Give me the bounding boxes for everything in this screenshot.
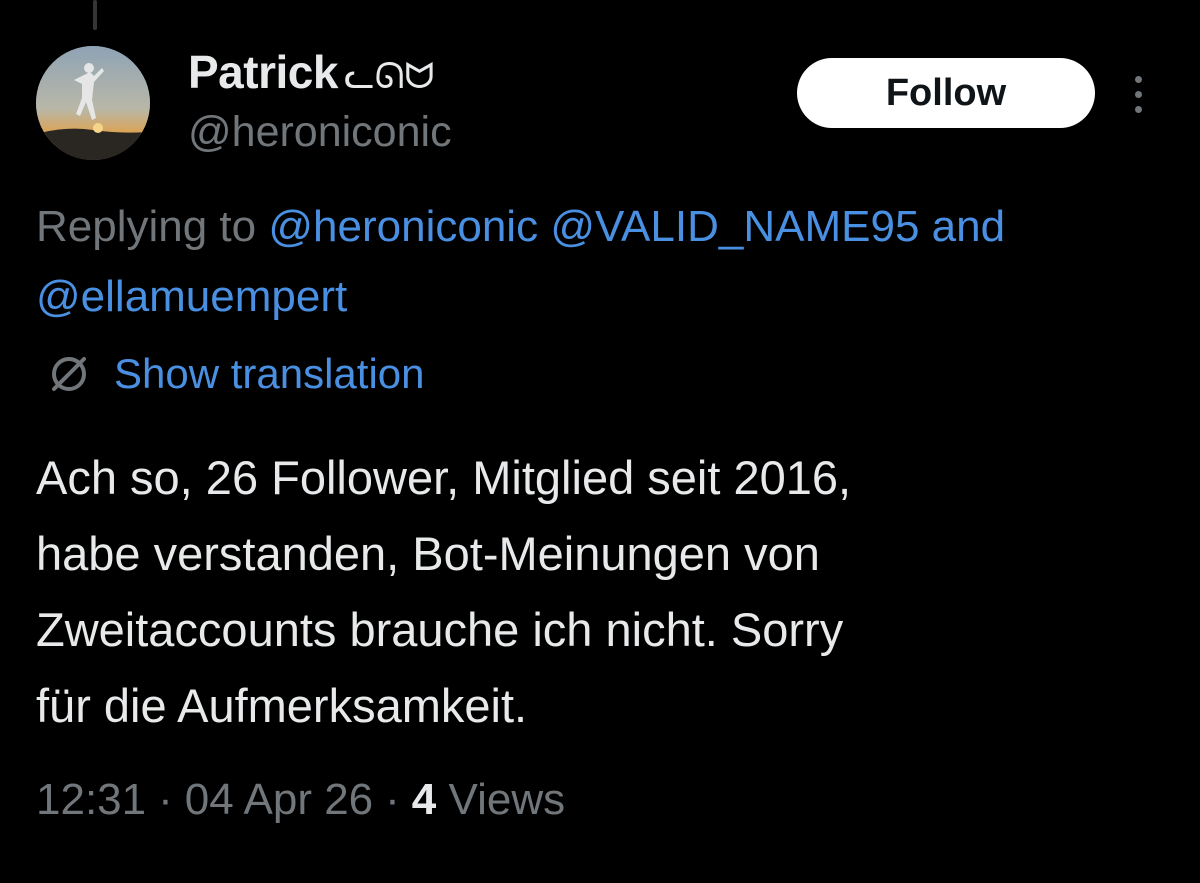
display-name-text: Patrick [188, 46, 338, 98]
tweet-date[interactable]: 04 Apr 26 [185, 775, 373, 824]
follow-button[interactable]: Follow [797, 58, 1095, 128]
avatar-photo-icon [36, 46, 150, 160]
globe-icon [52, 357, 86, 391]
replying-to: Replying to @heroniconic @VALID_NAME95 a… [36, 192, 1186, 332]
replying-to-prefix: Replying to [36, 202, 257, 251]
reply-conjunction: and [931, 202, 1006, 251]
tweet-meta: 12:31 · 04 Apr 26 · 4 Views [36, 770, 565, 830]
more-vertical-icon-dot [1135, 106, 1142, 113]
tweet-time[interactable]: 12:31 [36, 775, 146, 824]
show-translation-button[interactable]: Show translation [46, 344, 425, 404]
avatar[interactable] [36, 46, 150, 160]
author-handle[interactable]: @heroniconic [188, 106, 452, 158]
mention-link[interactable]: @heroniconic [268, 202, 538, 251]
display-name-emoji: ᓚᘏᗢ [343, 56, 435, 97]
mention-link[interactable]: @VALID_NAME95 [550, 202, 919, 251]
more-vertical-icon [1135, 76, 1142, 83]
more-options-button[interactable] [1124, 70, 1154, 120]
thread-connector-line [93, 0, 97, 30]
views-count[interactable]: 4 [412, 775, 436, 824]
more-vertical-icon-dot [1135, 91, 1142, 98]
views-label[interactable]: Views [449, 775, 566, 824]
meta-separator: · [158, 775, 173, 824]
meta-separator: · [385, 775, 400, 824]
author-display-name[interactable]: Patrick ᓚᘏᗢ [188, 44, 434, 105]
mention-link[interactable]: @ellamuempert [36, 272, 347, 321]
tweet-text: Ach so, 26 Follower, Mitglied seit 2016,… [36, 451, 852, 732]
show-translation-label: Show translation [114, 350, 425, 397]
tweet-card: Patrick ᓚᘏᗢ @heroniconic Follow Replying … [0, 0, 1200, 883]
